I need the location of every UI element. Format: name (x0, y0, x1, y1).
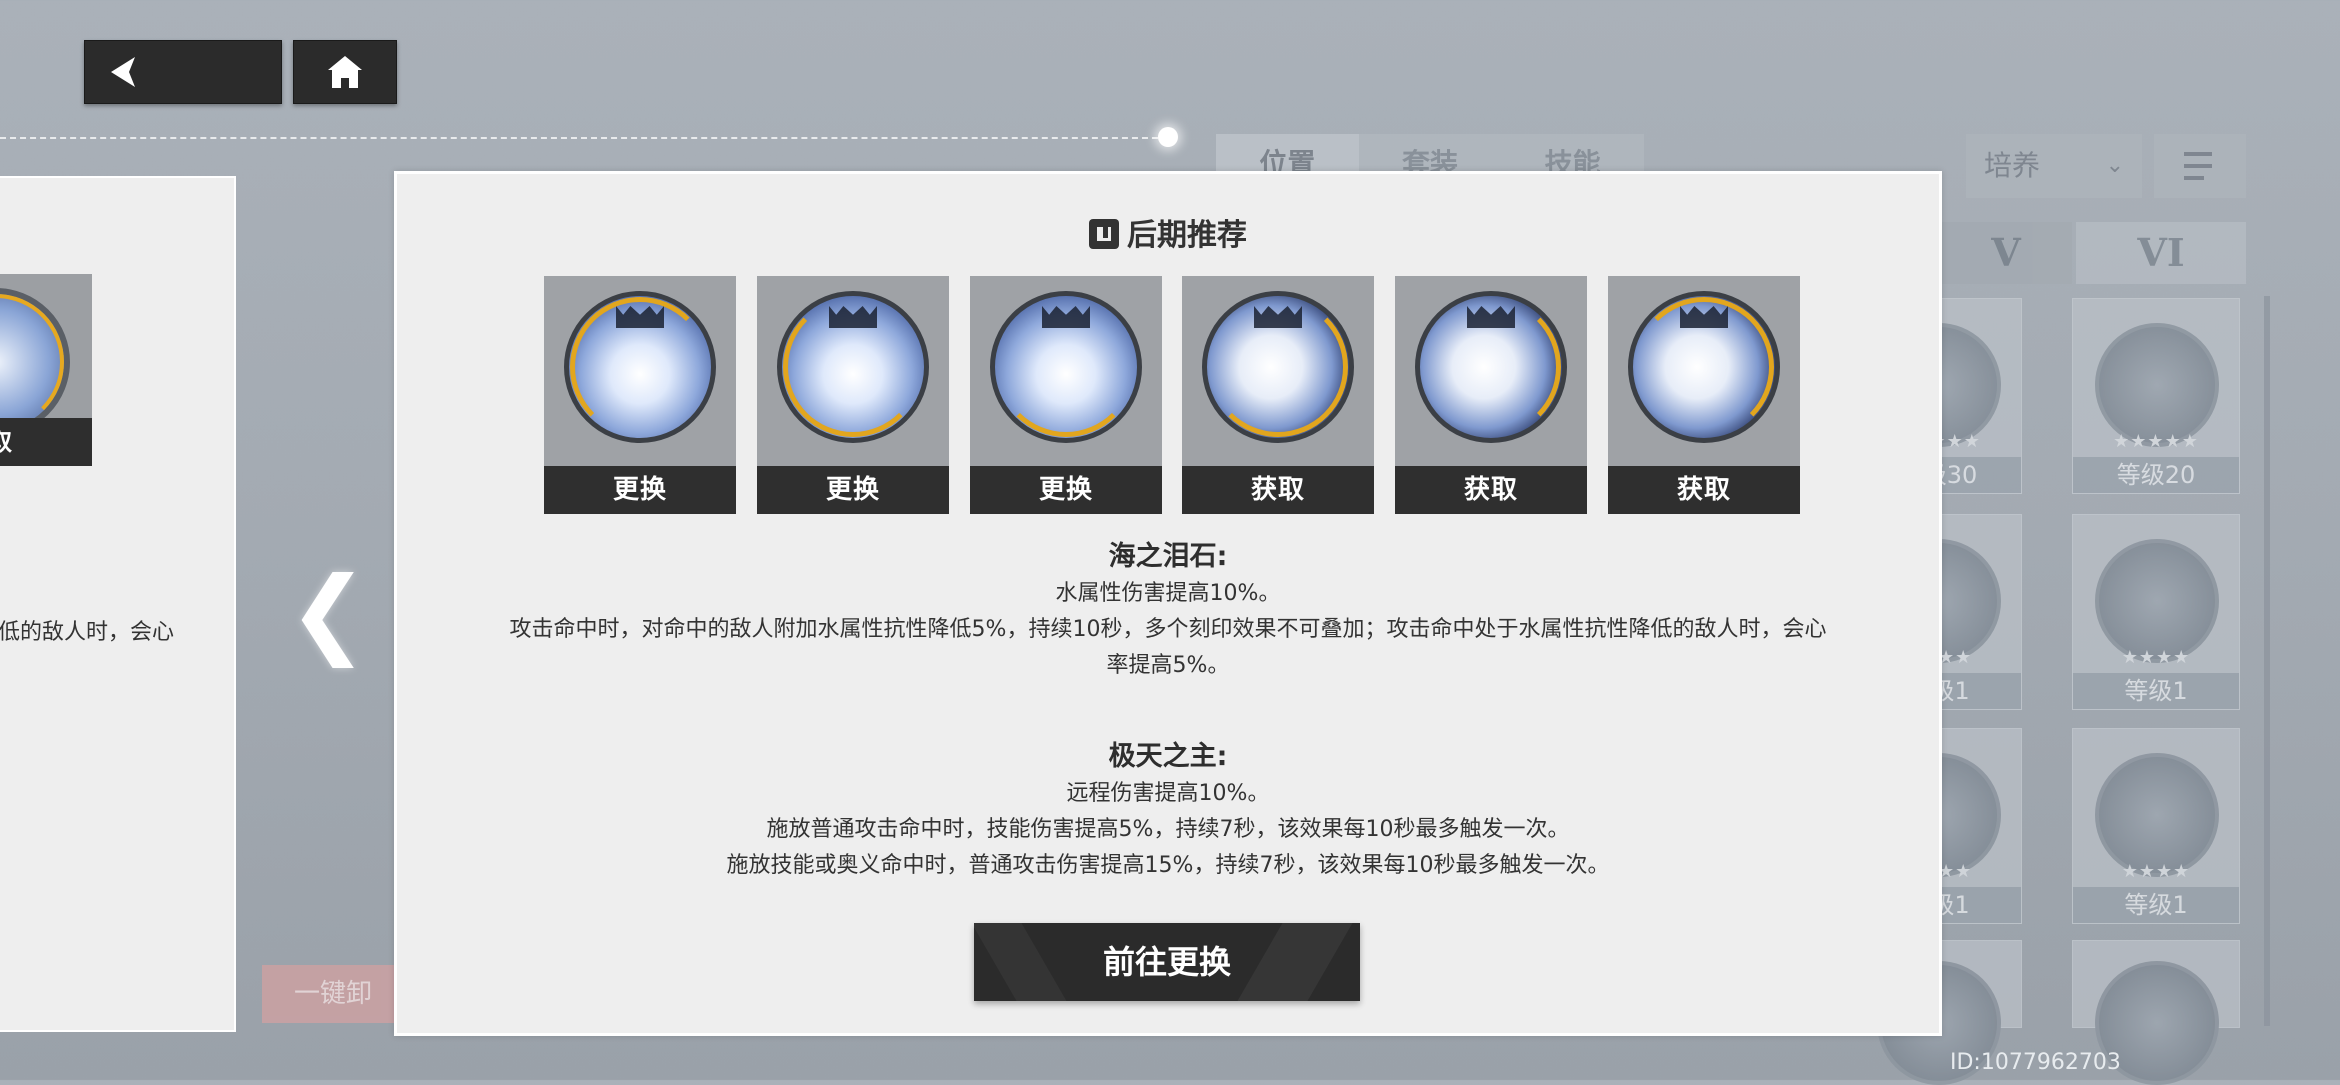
set-effect-line: 施放普通攻击命中时，技能伤害提高5%，持续7秒，该效果每10秒最多触发一次。 (766, 817, 1570, 842)
panel-title: 后期推荐 (397, 210, 1939, 254)
card-level: 等级1 (2073, 887, 2239, 923)
card-level: 等级20 (2073, 457, 2239, 493)
background-card[interactable]: ★★★★★ 等级20 (2072, 298, 2240, 494)
medal-tile[interactable]: 获取 (1182, 276, 1374, 514)
medal-tile[interactable]: 更换 (970, 276, 1162, 514)
medal-icon (2095, 323, 2219, 447)
obtain-label: 获取 (1182, 466, 1374, 514)
recommend-panel: 后期推荐 更换 更换 更换 获取 获取 获取 海之泪石: 水属性伤害提高10%。 (394, 171, 1942, 1036)
unload-all-button[interactable]: 一键卸 (262, 965, 404, 1023)
prev-arrow-icon[interactable]: ❮ (288, 556, 368, 668)
medal-icon (2095, 753, 2219, 877)
sort-button[interactable] (2154, 134, 2246, 198)
set-name: 海之泪石: (1108, 541, 1228, 572)
card-level: 等级1 (2073, 673, 2239, 709)
filter-dropdown[interactable]: 培养 ⌄ (1966, 134, 2142, 198)
previous-medal-tile[interactable]: 取 (0, 274, 92, 466)
go-replace-label: 前往更换 (1102, 943, 1231, 981)
home-icon (328, 56, 362, 88)
back-arrow-icon (111, 57, 135, 87)
obtain-label: 获取 (1395, 466, 1587, 514)
medal-tile[interactable]: 更换 (544, 276, 736, 514)
player-id: ID:1077962703 (1950, 1050, 2121, 1075)
obtain-label: 获取 (1608, 466, 1800, 514)
card-stars: ★★★★ (2121, 861, 2191, 882)
background-card[interactable]: ★★★★ 等级1 (2072, 728, 2240, 924)
set-effect-line: 率提高5%。 (1106, 653, 1230, 678)
medal-icon (2095, 539, 2219, 663)
back-button[interactable] (84, 40, 282, 104)
filter-dropdown-label: 培养 (1984, 149, 2041, 182)
chevron-down-icon: ⌄ (2105, 153, 2124, 178)
tab-slot-v[interactable]: V (1940, 222, 2072, 284)
set-effect-line: 远程伤害提高10%。 (1066, 781, 1270, 806)
medal-tile[interactable]: 更换 (757, 276, 949, 514)
card-stars: ★★★★★ (2113, 431, 2199, 452)
set-effect-line: 攻击命中时，对命中的敌人附加水属性抗性降低5%，持续10秒，多个刻印效果不可叠加… (509, 617, 1827, 642)
progress-dot (1158, 127, 1178, 147)
medal-tile[interactable]: 获取 (1608, 276, 1800, 514)
set-effect-line: 施放技能或奥义命中时，普通攻击伤害提高15%，持续7秒，该效果每10秒最多触发一… (726, 853, 1610, 878)
progress-line (0, 137, 1168, 139)
set-effect-line: 水属性伤害提高10%。 (1055, 581, 1281, 606)
previous-description: 低的敌人时，会心 (0, 620, 175, 645)
go-replace-button[interactable]: 前往更换 (974, 923, 1360, 1001)
panel-title-text: 后期推荐 (1127, 218, 1247, 253)
list-scrollbar[interactable] (2264, 296, 2270, 1026)
previous-recommend-panel: 取 低的敌人时，会心 (0, 176, 236, 1032)
thumbs-up-icon (1089, 219, 1119, 249)
medal-tile[interactable]: 获取 (1395, 276, 1587, 514)
tile-action-label: 取 (0, 418, 92, 466)
set-name: 极天之主: (1108, 741, 1228, 772)
home-button[interactable] (293, 40, 397, 104)
replace-label: 更换 (970, 466, 1162, 514)
background-card[interactable]: ★★★★ 等级1 (2072, 514, 2240, 710)
card-stars: ★★★★ (2121, 647, 2191, 668)
replace-label: 更换 (757, 466, 949, 514)
medal-ring (0, 294, 64, 430)
replace-label: 更换 (544, 466, 736, 514)
background-card[interactable] (2072, 940, 2240, 1085)
tab-slot-vi[interactable]: VI (2076, 222, 2246, 284)
